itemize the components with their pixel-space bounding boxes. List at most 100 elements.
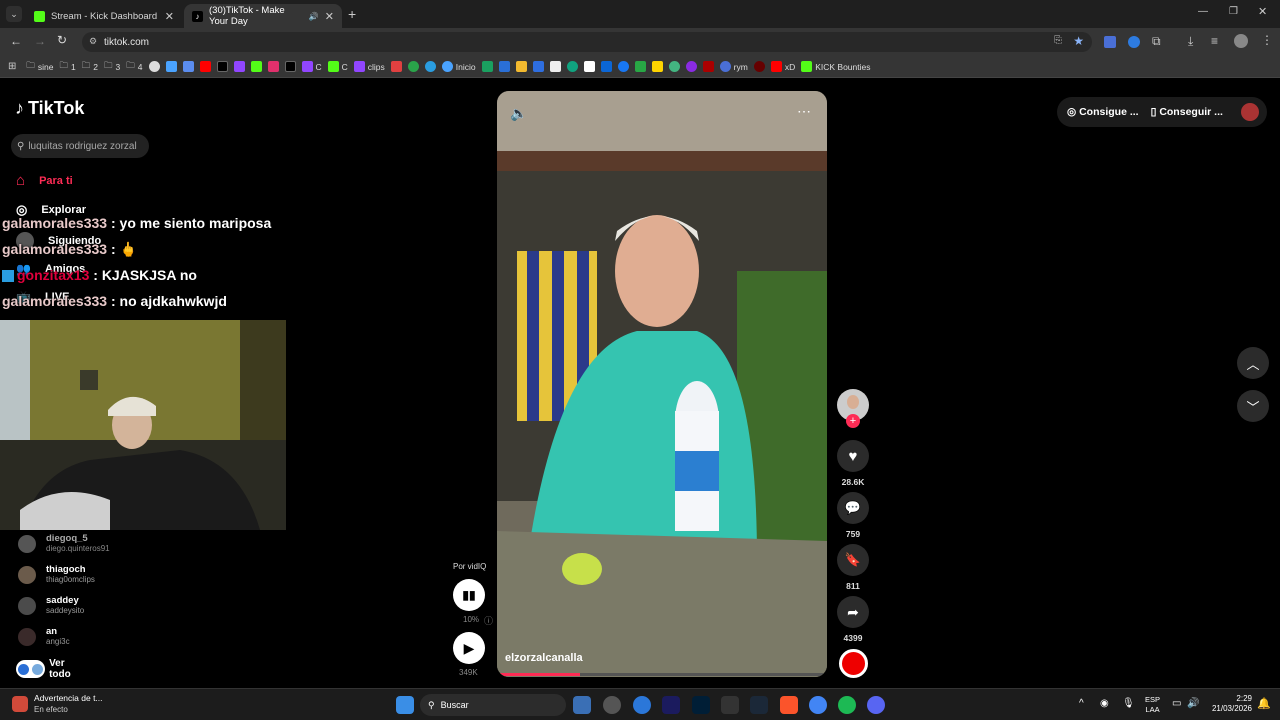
mute-icon[interactable]: 🔈 bbox=[510, 105, 527, 122]
bookmark-link[interactable]: C bbox=[301, 61, 322, 72]
like-button[interactable]: ♥ bbox=[837, 440, 869, 472]
bookmark-link[interactable]: KICK Bounties bbox=[801, 61, 870, 72]
back-arrow-icon[interactable]: ← bbox=[10, 34, 22, 48]
notification-widget[interactable]: Advertencia de t... En efecto bbox=[12, 693, 103, 715]
minimize-button[interactable]: — bbox=[1198, 6, 1208, 17]
bookmark-icon[interactable] bbox=[668, 61, 680, 72]
tab-tiktok[interactable]: ♪ (30)TikTok - Make Your Day 🔊 ✕ bbox=[184, 4, 342, 28]
puzzle-icon[interactable]: ⧉ bbox=[1152, 34, 1161, 49]
premiere-icon[interactable] bbox=[662, 696, 680, 714]
bookmark-icon[interactable] bbox=[634, 61, 646, 72]
bookmark-icon[interactable] bbox=[583, 61, 595, 72]
bookmark-folder[interactable]: 🗀 2 bbox=[82, 60, 98, 74]
bookmark-icon[interactable] bbox=[685, 61, 697, 72]
spotify-icon[interactable] bbox=[838, 696, 856, 714]
next-video-button[interactable]: ﹀ bbox=[1237, 390, 1269, 422]
bookmark-folder[interactable]: 🗀 4 bbox=[126, 60, 142, 74]
list-item[interactable]: an angi3c bbox=[18, 627, 148, 647]
profile-avatar[interactable] bbox=[1240, 103, 1259, 121]
bookmark-icon[interactable] bbox=[407, 61, 419, 72]
steam-icon[interactable] bbox=[750, 696, 768, 714]
photoshop-icon[interactable] bbox=[692, 696, 710, 714]
apps-grid-icon[interactable]: ⊞ bbox=[8, 61, 16, 72]
list-item[interactable]: diegoq_5 diego.quinteros91 bbox=[18, 534, 148, 554]
more-options-icon[interactable]: ⋯ bbox=[797, 103, 811, 120]
speaker-icon[interactable]: 🔊 bbox=[309, 12, 319, 21]
see-all-link[interactable]: Ver todo bbox=[16, 658, 80, 680]
url-bar[interactable]: ⚙ tiktok.com ⎘ ★ bbox=[82, 32, 1092, 52]
video-progress-bar[interactable] bbox=[497, 673, 827, 676]
tab-kick-dashboard[interactable]: Stream - Kick Dashboard ✕ bbox=[26, 4, 182, 28]
close-icon[interactable]: ✕ bbox=[325, 10, 334, 23]
bookmark-icon[interactable] bbox=[148, 61, 160, 72]
bookmark-icon[interactable] bbox=[753, 61, 765, 72]
kick-icon[interactable] bbox=[250, 61, 262, 72]
close-icon[interactable]: ✕ bbox=[165, 10, 174, 23]
bookmark-icon[interactable] bbox=[651, 61, 663, 72]
brave-icon[interactable] bbox=[780, 696, 798, 714]
reload-icon[interactable]: ↻ bbox=[57, 33, 67, 47]
bookmark-icon[interactable] bbox=[532, 61, 544, 72]
get-app-button[interactable]: ▯ Conseguir ... bbox=[1151, 106, 1223, 118]
bookmark-icon[interactable] bbox=[702, 61, 714, 72]
forward-arrow-icon[interactable]: → bbox=[34, 34, 46, 48]
bookmark-icon[interactable] bbox=[182, 61, 194, 72]
chevron-up-icon[interactable]: ^ bbox=[1079, 698, 1084, 709]
tab-search-button[interactable]: ⌄ bbox=[6, 6, 22, 22]
bookmark-icon[interactable] bbox=[498, 61, 510, 72]
install-icon[interactable]: ⎘ bbox=[1054, 35, 1062, 46]
tiktok-icon[interactable] bbox=[216, 61, 228, 72]
comment-button[interactable]: 💬 bbox=[837, 492, 869, 524]
taskbar-search[interactable]: ⚲ Buscar bbox=[420, 694, 566, 716]
play-button[interactable]: ▶ bbox=[453, 632, 485, 664]
restore-button[interactable]: ❐ bbox=[1229, 6, 1238, 17]
media-icon[interactable]: ≡ bbox=[1211, 34, 1218, 48]
profile-avatar[interactable] bbox=[1234, 34, 1248, 48]
bookmark-icon[interactable] bbox=[600, 61, 612, 72]
search-input[interactable]: ⚲ luquitas rodriguez zorzal bbox=[11, 134, 149, 158]
youtube-icon[interactable] bbox=[199, 61, 211, 72]
download-icon[interactable]: ⤓ bbox=[1188, 34, 1193, 49]
app-icon[interactable] bbox=[721, 696, 739, 714]
video-author[interactable]: elzorzalcanalla bbox=[505, 652, 583, 664]
bookmark-folder[interactable]: 🗀 1 bbox=[60, 60, 76, 74]
bookmark-icon[interactable] bbox=[165, 61, 177, 72]
language-indicator[interactable]: ESP LAA bbox=[1145, 695, 1160, 715]
bookmark-link[interactable]: rym bbox=[719, 61, 748, 72]
chatgpt-icon[interactable] bbox=[566, 61, 578, 72]
telegram-icon[interactable] bbox=[424, 61, 436, 72]
close-window-button[interactable]: ✕ bbox=[1258, 5, 1267, 18]
bookmark-folder[interactable]: 🗀 sine bbox=[26, 60, 53, 74]
microphone-icon[interactable]: 🎙 bbox=[1122, 698, 1135, 709]
windows-start-icon[interactable] bbox=[396, 696, 414, 714]
site-info-icon[interactable]: ⚙ bbox=[89, 36, 97, 47]
chrome-icon[interactable] bbox=[809, 696, 827, 714]
notification-bell-icon[interactable]: 🔔 bbox=[1257, 697, 1271, 710]
previous-video-button[interactable]: ︿ bbox=[1237, 347, 1269, 379]
new-tab-button[interactable]: + bbox=[348, 6, 356, 22]
volume-icon[interactable]: 🔊 bbox=[1187, 698, 1199, 709]
vidiq-stats-button[interactable]: ▮▮ bbox=[453, 579, 485, 611]
list-item[interactable]: thiagoch thiag0omclips bbox=[18, 565, 148, 585]
bookmark-folder[interactable]: 🗀 3 bbox=[104, 60, 120, 74]
extension-icon[interactable] bbox=[1128, 36, 1140, 48]
clock[interactable]: 2:29 21/03/2026 bbox=[1208, 694, 1252, 714]
star-icon[interactable]: ★ bbox=[1073, 34, 1084, 48]
follow-plus-icon[interactable]: + bbox=[846, 414, 860, 428]
twitch-icon[interactable] bbox=[233, 61, 245, 72]
menu-dots-icon[interactable]: ⋮ bbox=[1261, 33, 1273, 47]
translate-icon[interactable] bbox=[1104, 36, 1116, 48]
network-icon[interactable]: ▭ bbox=[1172, 698, 1181, 709]
nav-for-you[interactable]: ⌂ Para ti bbox=[16, 172, 73, 189]
discord-icon[interactable] bbox=[867, 696, 885, 714]
list-item[interactable]: saddey saddeysito bbox=[18, 596, 148, 616]
info-icon[interactable]: ⓘ bbox=[484, 614, 493, 627]
tiktok-logo[interactable]: ♪ TikTok bbox=[15, 98, 84, 119]
facebook-icon[interactable] bbox=[617, 61, 629, 72]
bookmark-link[interactable]: Inicio bbox=[441, 61, 476, 72]
bookmark-icon[interactable] bbox=[481, 61, 493, 72]
bookmark-link[interactable]: C bbox=[327, 61, 348, 72]
x-icon[interactable] bbox=[284, 61, 296, 72]
bookmark-icon[interactable] bbox=[390, 61, 402, 72]
instagram-icon[interactable] bbox=[267, 61, 279, 72]
